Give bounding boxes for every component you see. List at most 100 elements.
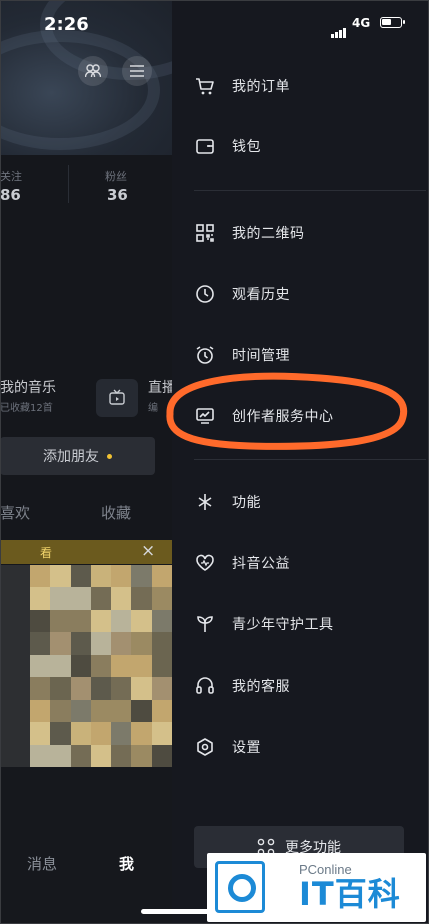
battery-icon [380, 17, 405, 28]
mosaic-cell [70, 744, 91, 767]
menu-label: 抖音公益 [232, 556, 290, 572]
mosaic-cell [151, 632, 172, 655]
menu-icon[interactable] [122, 56, 152, 86]
menu-item-features[interactable]: 功能 [172, 482, 429, 522]
menu-label: 功能 [232, 495, 261, 511]
mosaic-cell [90, 722, 112, 745]
my-music-title[interactable]: 我的音乐 [0, 377, 56, 397]
mosaic-cell [50, 654, 71, 678]
mosaic-cell [131, 609, 152, 633]
menu-label: 我的订单 [232, 79, 290, 95]
mosaic-cell [50, 744, 71, 767]
menu-item-customer-service[interactable]: 我的客服 [172, 666, 429, 706]
pconline-logo-icon [215, 861, 265, 913]
mosaic-cell [90, 744, 112, 767]
stat-divider [68, 165, 69, 203]
mosaic-cell [131, 744, 152, 767]
menu-item-youth-guard[interactable]: 青少年守护工具 [172, 604, 429, 644]
mosaic-cell [131, 722, 152, 745]
menu-item-settings[interactable]: 设置 [172, 727, 429, 767]
mosaic-cell [90, 699, 112, 723]
chart-monitor-icon [194, 405, 216, 427]
mosaic-cell [50, 632, 71, 655]
menu-item-qr-code[interactable]: 我的二维码 [172, 213, 429, 253]
mosaic-cell [30, 609, 51, 633]
mosaic-cell [50, 587, 71, 610]
status-bar: 2:26 4G [0, 0, 429, 52]
live-icon[interactable] [96, 379, 138, 417]
mosaic-cell [50, 722, 71, 745]
tab-favorites[interactable]: 收藏 [101, 502, 131, 523]
menu-item-charity[interactable]: 抖音公益 [172, 543, 429, 583]
add-friend-label: 添加朋友 [43, 449, 99, 465]
tab-likes[interactable]: 喜欢 [0, 502, 30, 523]
menu-label: 时间管理 [232, 348, 290, 364]
settings-icon [194, 736, 216, 758]
mosaic-cell [131, 565, 152, 588]
mosaic-cell [70, 632, 91, 655]
mosaic-cell [30, 632, 51, 655]
mosaic-cell [111, 699, 132, 723]
mosaic-cell [30, 587, 51, 610]
video-thumbnail[interactable] [30, 565, 172, 767]
mosaic-cell [70, 654, 91, 678]
sparkle-icon [194, 491, 216, 513]
mosaic-cell [111, 744, 132, 767]
menu-item-watch-history[interactable]: 观看历史 [172, 274, 429, 314]
mosaic-cell [50, 699, 71, 723]
following-label: 关注 [0, 170, 22, 183]
mosaic-cell [151, 654, 172, 678]
clock-icon [194, 283, 216, 305]
menu-item-time-management[interactable]: 时间管理 [172, 335, 429, 375]
sprout-icon [194, 613, 216, 635]
menu-item-wallet[interactable]: 钱包 [172, 126, 429, 166]
following-count[interactable]: 86 [0, 186, 21, 204]
mosaic-cell [111, 565, 132, 588]
menu-label: 创作者服务中心 [232, 409, 334, 425]
menu-divider [194, 190, 426, 191]
mosaic-cell [90, 654, 112, 678]
mosaic-cell [131, 699, 152, 723]
mosaic-cell [90, 587, 112, 610]
followers-label: 粉丝 [105, 170, 127, 183]
mosaic-cell [30, 699, 51, 723]
mosaic-cell [70, 565, 91, 588]
network-type: 4G [352, 16, 371, 30]
menu-label: 青少年守护工具 [232, 617, 334, 633]
mosaic-cell [151, 587, 172, 610]
mosaic-cell [131, 632, 152, 655]
alarm-icon [194, 344, 216, 366]
menu-label: 设置 [232, 740, 261, 756]
promo-text: 看 [40, 546, 53, 560]
menu-item-creator-center[interactable]: 创作者服务中心 [172, 396, 429, 436]
mosaic-cell [30, 565, 51, 588]
nav-me[interactable]: 我 [119, 853, 134, 874]
wallet-icon [194, 135, 216, 157]
close-icon[interactable]: × [141, 541, 155, 561]
my-music-subtitle: 已收藏12首 [0, 403, 53, 414]
friends-icon[interactable] [78, 56, 108, 86]
menu-label: 观看历史 [232, 287, 290, 303]
followers-count[interactable]: 36 [107, 186, 128, 204]
mosaic-cell [111, 677, 132, 700]
mosaic-cell [70, 609, 91, 633]
side-drawer: 我的订单 钱包 我的二维码 观看历史 时间管理 创作者服务中心 功能 抖音公益 … [172, 0, 429, 924]
menu-label: 钱包 [232, 139, 261, 155]
mosaic-cell [30, 654, 51, 678]
menu-item-orders[interactable]: 我的订单 [172, 66, 429, 106]
notification-dot [107, 453, 112, 459]
mosaic-cell [50, 677, 71, 700]
watermark-logo: PConline IT百科 [207, 853, 426, 922]
nav-messages[interactable]: 消息 [27, 853, 57, 874]
menu-divider [194, 459, 426, 460]
mosaic-cell [151, 699, 172, 723]
live-title[interactable]: 直播 [148, 377, 172, 397]
add-friend-button[interactable]: 添加朋友 [0, 437, 155, 475]
mosaic-cell [30, 677, 51, 700]
mosaic-cell [70, 699, 91, 723]
mosaic-cell [151, 744, 172, 767]
mosaic-cell [70, 722, 91, 745]
mosaic-cell [70, 677, 91, 700]
mosaic-cell [90, 632, 112, 655]
mosaic-cell [111, 722, 132, 745]
